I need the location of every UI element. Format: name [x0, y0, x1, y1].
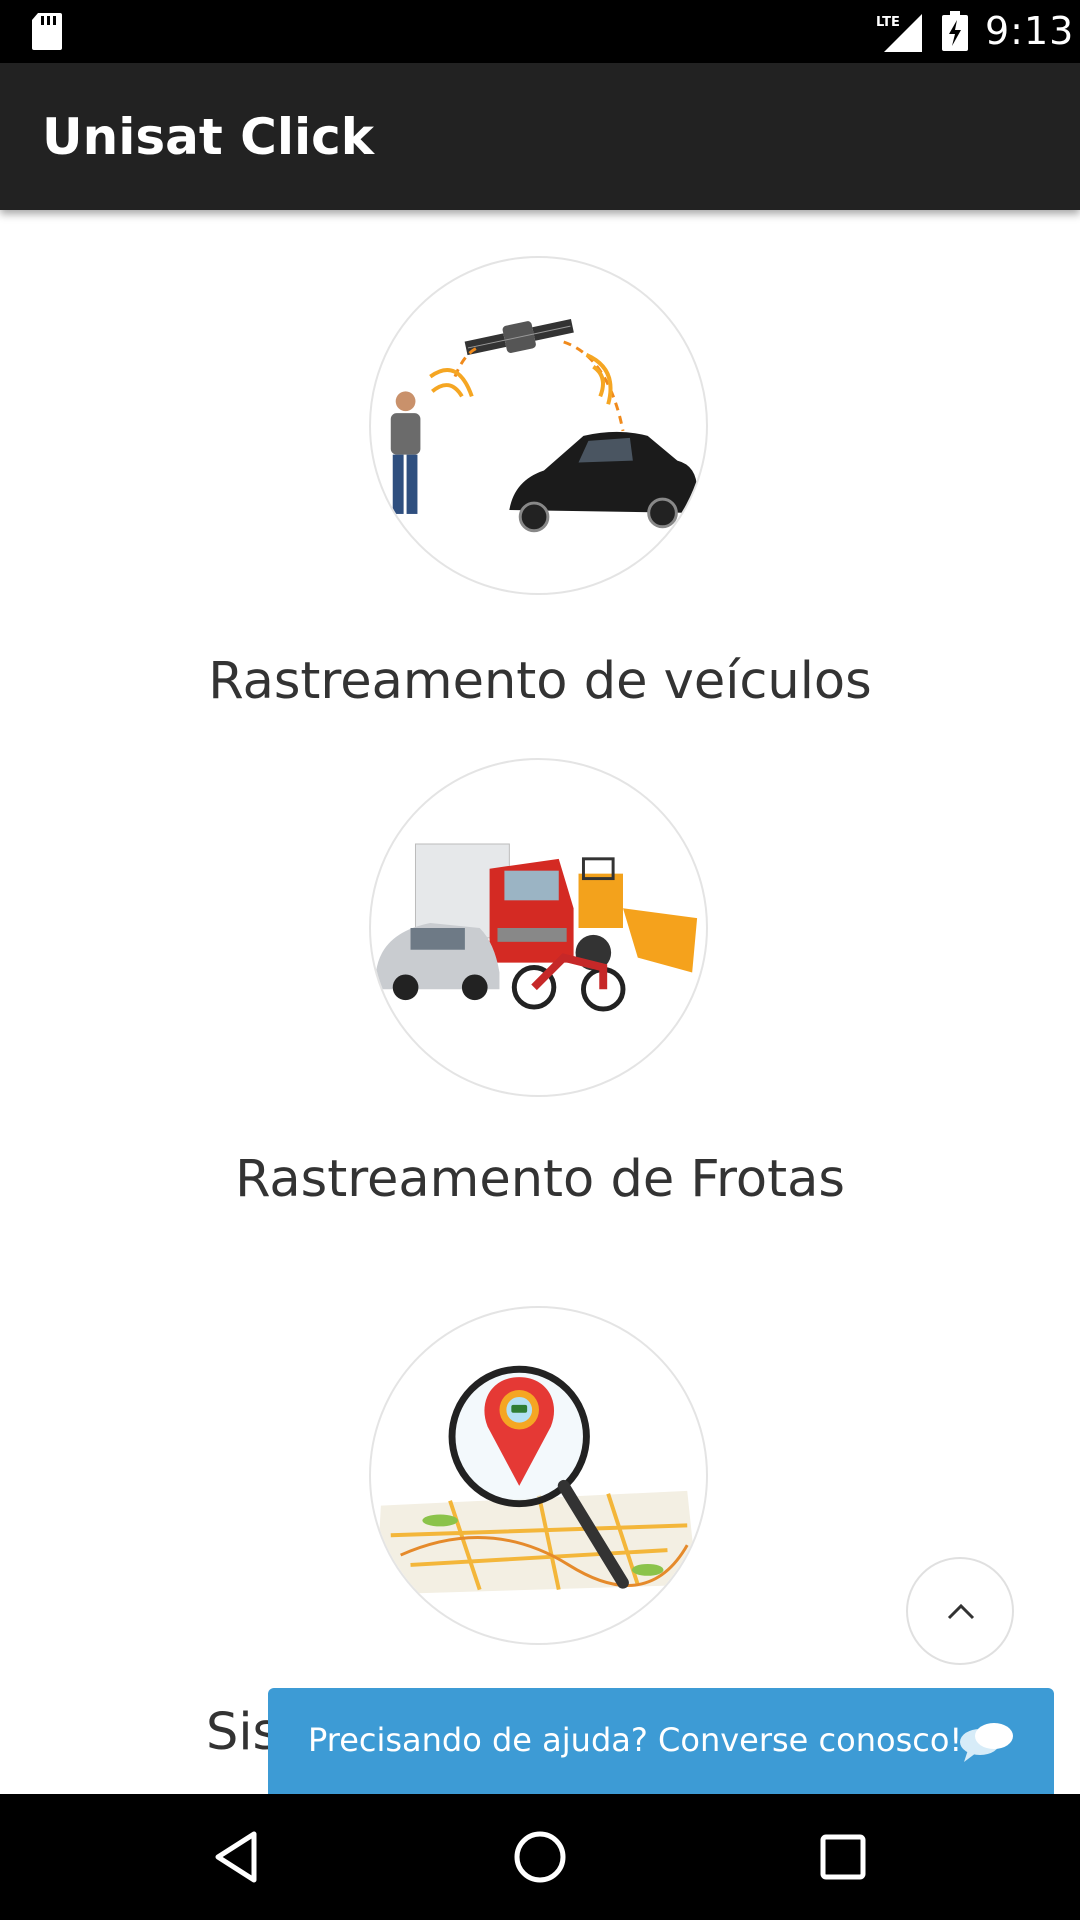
- svg-text:LTE: LTE: [876, 15, 900, 30]
- sd-card-icon: [32, 13, 62, 50]
- fleet-tracking-image: [369, 758, 708, 1097]
- map-search-image: [369, 1306, 708, 1645]
- chat-banner-text: Precisando de ajuda? Converse conosco!: [308, 1721, 963, 1759]
- content-scroll[interactable]: Rastreamento de veículos Rastreamento de…: [0, 210, 1080, 1793]
- lte-signal-icon: LTE: [876, 14, 922, 52]
- clock: 9:13: [985, 9, 1075, 53]
- chevron-up-icon: [947, 1603, 975, 1620]
- scroll-to-top-button[interactable]: [906, 1557, 1014, 1665]
- vehicle-tracking-image: [369, 256, 708, 595]
- chat-bubbles-icon: [960, 1723, 1013, 1762]
- app-title: Unisat Click: [42, 108, 375, 166]
- navigation-bar: [0, 1794, 1080, 1920]
- service-title-vehicle-tracking: Rastreamento de veículos: [208, 652, 872, 711]
- status-bar: LTE 9:13: [0, 0, 1080, 63]
- app-bar: Unisat Click: [0, 63, 1080, 210]
- recents-square-icon[interactable]: [814, 1828, 872, 1886]
- home-circle-icon[interactable]: [511, 1828, 569, 1886]
- battery-charging-icon: [942, 11, 968, 51]
- back-triangle-icon[interactable]: [208, 1828, 266, 1886]
- chat-banner[interactable]: Precisando de ajuda? Converse conosco!: [268, 1688, 1054, 1794]
- service-title-fleet-tracking: Rastreamento de Frotas: [235, 1150, 845, 1209]
